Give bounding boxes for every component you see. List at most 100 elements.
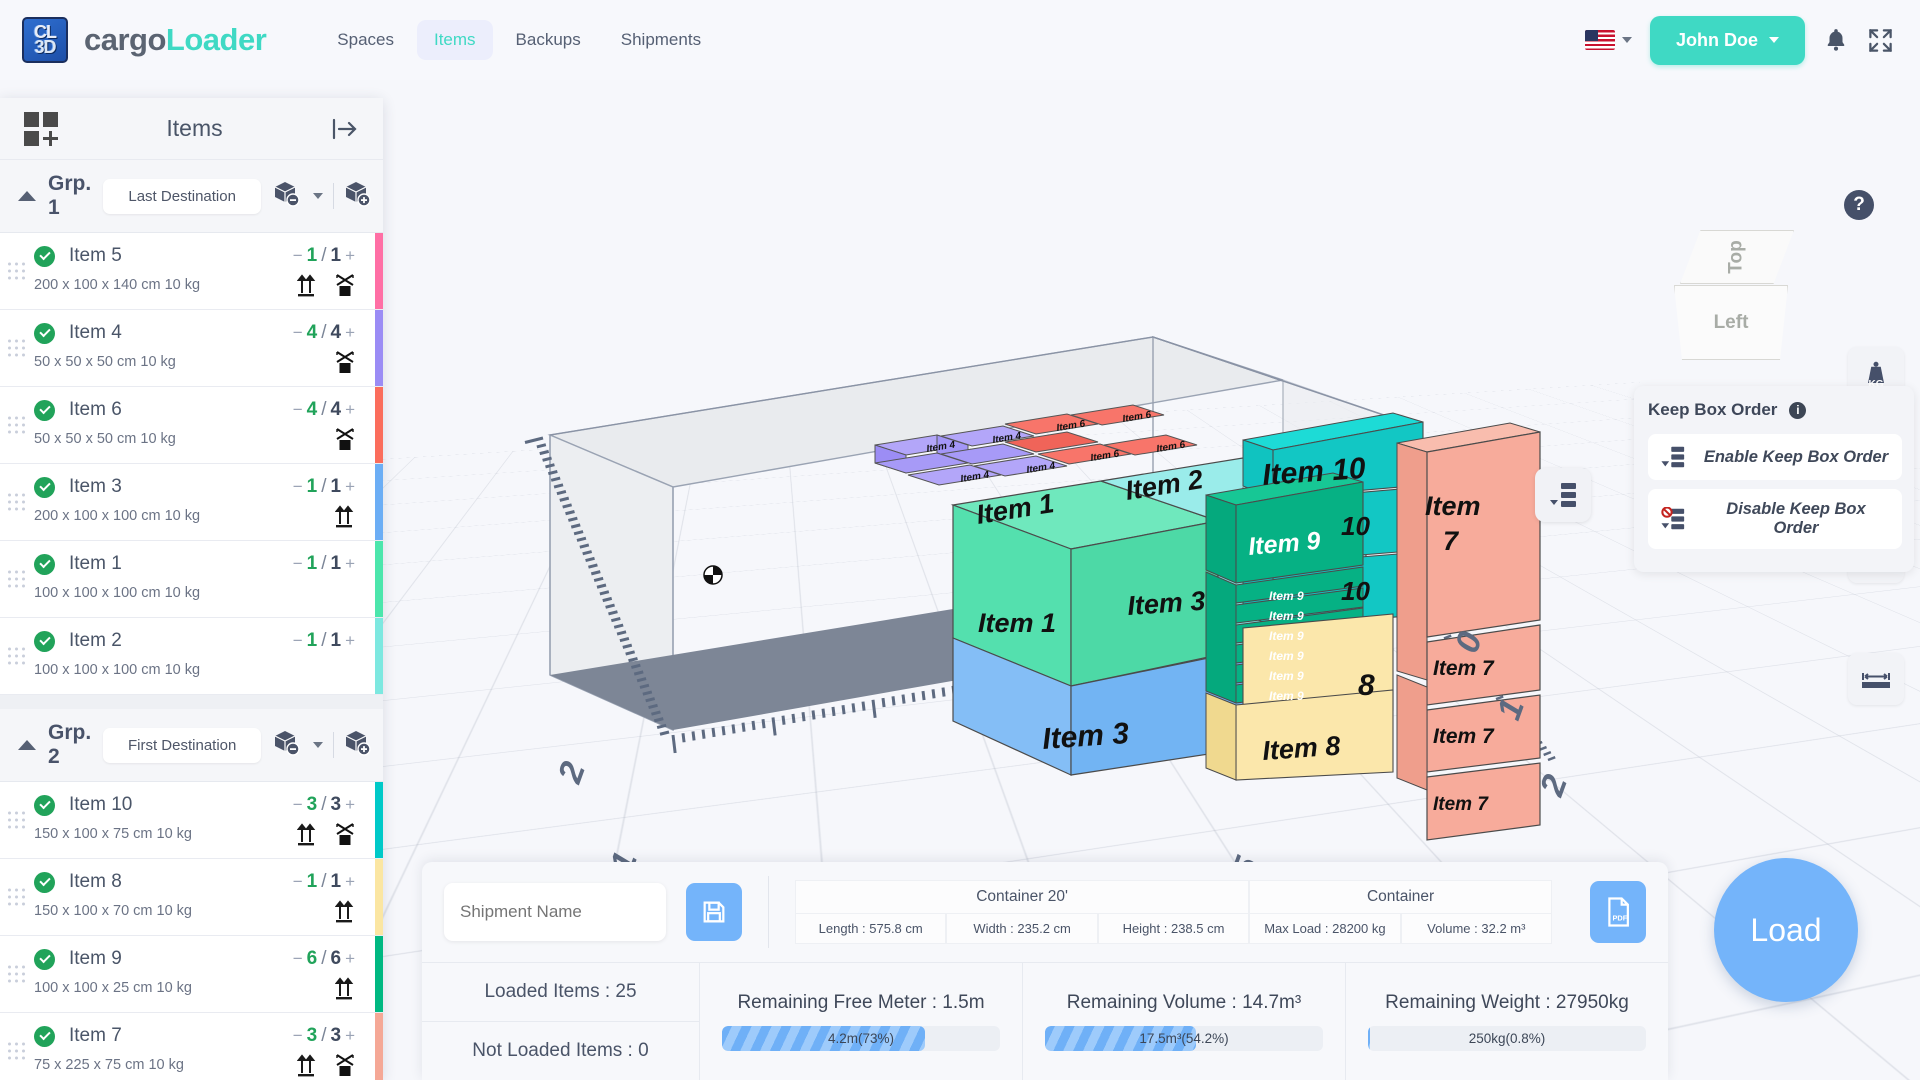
drag-handle-icon[interactable] [8,262,25,280]
quantity-decrement-button[interactable]: − [293,246,303,266]
item-row[interactable]: Item 4−4/4 +50 x 50 x 50 cm 10 kg [0,310,383,387]
save-shipment-button[interactable] [686,883,742,941]
drag-handle-icon[interactable] [8,811,25,829]
this-way-up-icon [297,1054,316,1077]
fullscreen-button[interactable] [1867,27,1894,54]
item-checkbox[interactable] [34,948,55,970]
item-row[interactable]: Item 1−1/1 +100 x 100 x 100 cm 10 kg [0,541,383,618]
nav-item-spaces[interactable]: Spaces [320,20,411,60]
item-row[interactable]: Item 7−3/3 +75 x 225 x 75 cm 10 kg [0,1013,383,1080]
quantity-increment-button[interactable]: + [345,631,355,651]
group-remove-box-button[interactable] [273,729,303,762]
notifications-button[interactable] [1823,26,1849,54]
keep-box-order-title-row: Keep Box Order i [1648,400,1902,420]
grid-add-icon[interactable] [24,111,58,146]
group-add-box-button[interactable] [344,180,374,213]
item-checkbox[interactable] [34,245,55,267]
group-destination-field[interactable]: Last Destination [103,178,262,214]
quantity-current: 4 [306,322,318,343]
item-handling-icons [297,273,357,297]
quantity-decrement-button[interactable]: − [293,400,303,420]
item-row[interactable]: Item 8−1/1 +150 x 100 x 70 cm 10 kg [0,859,383,936]
add-box-icon[interactable] [344,729,374,757]
nav-item-backups[interactable]: Backups [499,20,598,60]
quantity-decrement-button[interactable]: − [293,795,303,815]
group-remove-box-button[interactable] [273,180,303,213]
main-nav: Spaces Items Backups Shipments [320,20,718,60]
item-row[interactable]: Item 9−6/6 +100 x 100 x 25 cm 10 kg [0,936,383,1013]
user-menu-button[interactable]: John Doe [1649,15,1805,65]
item-row[interactable]: Item 10−3/3 +150 x 100 x 75 cm 10 kg [0,782,383,859]
disable-keep-box-order-option[interactable]: Disable Keep Box Order [1648,489,1902,549]
nav-item-shipments[interactable]: Shipments [604,20,718,60]
item-row[interactable]: Item 2−1/1 +100 x 100 x 100 cm 10 kg [0,618,383,695]
remaining-free-meter-label: Remaining Free Meter : 1.5m [737,992,985,1013]
container-label: Container [1249,880,1552,914]
add-box-icon[interactable] [344,180,374,208]
item-checkbox[interactable] [34,322,55,344]
quantity-decrement-button[interactable]: − [293,323,303,343]
quantity-increment-button[interactable]: + [345,477,355,497]
enable-keep-box-order-label: Enable Keep Box Order [1703,447,1889,466]
language-selector[interactable] [1584,30,1632,50]
sidebar-groups[interactable]: Grp. 1 Last Destination Item 5−1/1 +200 x … [0,160,383,1080]
help-button[interactable]: ? [1844,190,1874,220]
collapse-panel-icon[interactable] [331,117,359,141]
nav-item-items[interactable]: Items [416,20,493,60]
quantity-decrement-button[interactable]: − [293,477,303,497]
drag-handle-icon[interactable] [8,339,25,357]
enable-keep-box-order-option[interactable]: Enable Keep Box Order [1648,434,1902,480]
item-checkbox[interactable] [34,399,55,421]
cube-face-left[interactable]: Left [1674,285,1788,360]
item-checkbox[interactable] [34,630,55,652]
export-pdf-button[interactable]: PDF [1590,881,1646,943]
item-checkbox[interactable] [34,871,55,893]
drag-handle-icon[interactable] [8,647,25,665]
quantity-increment-button[interactable]: + [345,246,355,266]
quantity-increment-button[interactable]: + [345,400,355,420]
quantity-decrement-button[interactable]: − [293,949,303,969]
item-checkbox[interactable] [34,794,55,816]
measure-tool-button[interactable] [1848,653,1904,705]
remove-box-icon[interactable] [273,180,303,208]
item-row[interactable]: Item 3−1/1 +200 x 100 x 100 cm 10 kg [0,464,383,541]
do-not-stack-icon [336,1054,354,1076]
info-icon[interactable]: i [1789,401,1807,419]
drag-handle-icon[interactable] [8,416,25,434]
item-checkbox[interactable] [34,476,55,498]
group-destination-field[interactable]: First Destination [103,727,262,763]
drag-handle-icon[interactable] [8,493,25,511]
item-dimensions-label: 150 x 100 x 70 cm 10 kg [34,903,192,919]
load-button[interactable]: Load [1714,858,1858,1002]
app-logo[interactable]: CL 3D [22,17,68,63]
quantity-increment-button[interactable]: + [345,1026,355,1046]
quantity-increment-button[interactable]: + [345,872,355,892]
quantity-decrement-button[interactable]: − [293,1026,303,1046]
quantity-increment-button[interactable]: + [345,949,355,969]
item-checkbox[interactable] [34,553,55,575]
remove-box-icon[interactable] [273,729,303,757]
item-color-bar [375,541,383,617]
drag-handle-icon[interactable] [8,1042,25,1060]
quantity-decrement-button[interactable]: − [293,631,303,651]
quantity-increment-button[interactable]: + [345,323,355,343]
quantity-decrement-button[interactable]: − [293,554,303,574]
drag-handle-icon[interactable] [8,888,25,906]
quantity-decrement-button[interactable]: − [293,872,303,892]
keep-box-order-toggle[interactable] [1535,468,1591,522]
item-checkbox[interactable] [34,1025,55,1047]
chevron-down-icon[interactable] [313,742,324,748]
drag-handle-icon[interactable] [8,965,25,983]
item-row[interactable]: Item 6−4/4 +50 x 50 x 50 cm 10 kg [0,387,383,464]
chevron-down-icon[interactable] [313,193,324,199]
group-collapse-icon[interactable] [18,740,36,750]
shipment-name-input[interactable] [444,883,666,941]
view-orientation-cube[interactable]: Top Left [1674,230,1800,360]
item-row[interactable]: Item 5−1/1 +200 x 100 x 140 cm 10 kg [0,233,383,310]
group-collapse-icon[interactable] [18,191,36,201]
quantity-increment-button[interactable]: + [345,554,355,574]
group-add-box-button[interactable] [344,729,374,762]
drag-handle-icon[interactable] [8,570,25,588]
quantity-increment-button[interactable]: + [345,795,355,815]
cube-face-top[interactable]: Top [1680,230,1794,284]
